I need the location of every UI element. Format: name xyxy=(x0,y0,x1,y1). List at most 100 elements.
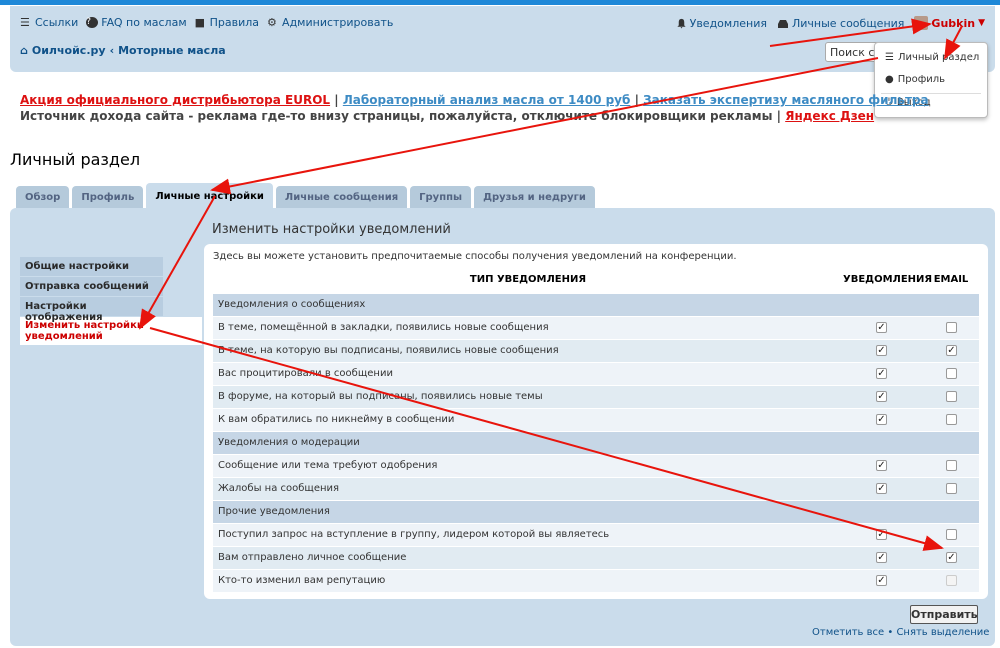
gears-icon: ⚙ xyxy=(267,16,277,29)
user-menu-toggle[interactable]: Gubkin ▼ xyxy=(914,16,985,30)
tab-overview[interactable]: Обзор xyxy=(16,186,70,208)
intro-text: Здесь вы можете установить предпочитаемы… xyxy=(213,251,737,262)
category-row: Прочие уведомления xyxy=(213,501,979,523)
notifications-label: Уведомления xyxy=(689,16,767,30)
unmark-all-link[interactable]: Снять выделение xyxy=(896,627,989,638)
email-checkbox[interactable] xyxy=(946,322,957,333)
menu-label: Профиль xyxy=(897,74,946,85)
menu-item-profile[interactable]: ● Профиль xyxy=(885,74,945,85)
row-label: В теме, помещённой в закладки, появились… xyxy=(218,322,549,333)
link-label: Администрировать xyxy=(282,16,394,29)
sidebar-item-posting[interactable]: Отправка сообщений xyxy=(20,277,163,296)
table-row: Кто-то изменил вам репутацию ✓ xyxy=(213,570,979,592)
messages-link[interactable]: Личные сообщения xyxy=(777,16,904,30)
book-icon: ■ xyxy=(194,16,206,29)
sidebar-item-display[interactable]: Настройки отображения xyxy=(20,297,163,323)
header-link-rules[interactable]: ■ Правила xyxy=(195,16,259,29)
col-header-email: EMAIL xyxy=(933,274,969,285)
table-row: Сообщение или тема требуют одобрения ✓ xyxy=(213,455,979,477)
notify-checkbox[interactable]: ✓ xyxy=(876,483,887,494)
table-row: К вам обратились по никнейму в сообщении… xyxy=(213,409,979,431)
ad-link-eurol[interactable]: Акция официального дистрибьютора EUROL xyxy=(20,93,330,107)
email-checkbox[interactable] xyxy=(946,368,957,379)
sidebar-nav: Общие настройки Отправка сообщений Настр… xyxy=(20,257,202,346)
ad-link-filter[interactable]: Заказать экспертизу масляного фильтра xyxy=(643,93,928,107)
sidebar-item-general[interactable]: Общие настройки xyxy=(20,257,163,276)
tab-preferences[interactable]: Личные настройки xyxy=(146,183,273,208)
ad-sep: | xyxy=(630,93,644,107)
email-checkbox xyxy=(946,575,957,586)
link-label: Правила xyxy=(209,16,260,29)
tab-groups[interactable]: Группы xyxy=(410,186,472,208)
table-row: В форуме, на который вы подписаны, появи… xyxy=(213,386,979,408)
row-label: Вас процитировали в сообщении xyxy=(218,368,393,379)
email-checkbox[interactable] xyxy=(946,483,957,494)
header-link-links[interactable]: ☰ Ссылки xyxy=(20,16,78,29)
breadcrumb: ⌂ Оилчойс.ру ‹ Моторные масла xyxy=(20,44,226,57)
row-label: В теме, на которую вы подписаны, появили… xyxy=(218,345,559,356)
category-label: Уведомления о модерации xyxy=(218,437,360,448)
ad-link-lab[interactable]: Лабораторный анализ масла от 1400 руб xyxy=(343,93,631,107)
ucp-tabs: Обзор Профиль Личные настройки Личные со… xyxy=(16,183,595,208)
mark-all-link[interactable]: Отметить все xyxy=(812,627,884,638)
notify-checkbox[interactable]: ✓ xyxy=(876,575,887,586)
email-checkbox[interactable] xyxy=(946,414,957,425)
tab-private-messages[interactable]: Личные сообщения xyxy=(275,186,408,208)
breadcrumb-separator: ‹ xyxy=(109,44,115,57)
header-link-admin[interactable]: ⚙ Администрировать xyxy=(267,16,393,29)
ad-sep: | xyxy=(772,109,786,123)
notify-checkbox[interactable]: ✓ xyxy=(876,391,887,402)
notify-checkbox[interactable]: ✓ xyxy=(876,414,887,425)
notify-checkbox[interactable]: ✓ xyxy=(876,460,887,471)
row-label: Жалобы на сообщения xyxy=(218,483,340,494)
notify-checkbox[interactable]: ✓ xyxy=(876,345,887,356)
row-label: К вам обратились по никнейму в сообщении xyxy=(218,414,455,425)
notifications-link[interactable]: Уведомления xyxy=(676,16,767,30)
row-label: В форуме, на который вы подписаны, появи… xyxy=(218,391,543,402)
header-link-faq[interactable]: ? FAQ по маслам xyxy=(86,16,187,29)
table-row: Вам отправлено личное сообщение ✓ ✓ xyxy=(213,547,979,569)
col-header-type: ТИП УВЕДОМЛЕНИЯ xyxy=(469,274,587,285)
notify-checkbox[interactable]: ✓ xyxy=(876,368,887,379)
link-label: FAQ по маслам xyxy=(101,16,187,29)
sidebar-item-notifications[interactable]: Изменить настройки уведомлений xyxy=(20,317,202,345)
home-icon: ⌂ xyxy=(20,44,28,57)
question-icon: ? xyxy=(86,17,99,28)
username: Gubkin xyxy=(931,16,976,30)
tab-profile[interactable]: Профиль xyxy=(72,186,144,208)
notify-checkbox[interactable]: ✓ xyxy=(876,552,887,563)
inbox-icon xyxy=(777,19,788,28)
caret-down-icon: ▼ xyxy=(978,18,985,28)
row-label: Сообщение или тема требуют одобрения xyxy=(218,460,438,471)
menu-icon: ☰ xyxy=(20,16,30,29)
email-checkbox[interactable]: ✓ xyxy=(946,552,957,563)
header-nav-links: ☰ Ссылки ? FAQ по маслам ■ Правила ⚙ Админис… xyxy=(20,16,393,29)
menu-item-personal-section[interactable]: ☰ Личный раздел xyxy=(885,52,979,63)
breadcrumb-section[interactable]: Моторные масла xyxy=(118,44,226,57)
table-row: В теме, помещённой в закладки, появились… xyxy=(213,317,979,339)
category-label: Прочие уведомления xyxy=(218,506,330,517)
mark-sep: • xyxy=(884,627,897,638)
ad-notice: Источник дохода сайта - реклама где-то в… xyxy=(20,109,773,123)
table-row: Вас процитировали в сообщении ✓ xyxy=(213,363,979,385)
email-checkbox[interactable] xyxy=(946,391,957,402)
annotation-arrow xyxy=(210,57,879,195)
email-checkbox[interactable] xyxy=(946,460,957,471)
header-user-links: Уведомления Личные сообщения Gubkin ▼ xyxy=(676,16,985,30)
breadcrumb-home[interactable]: Оилчойс.ру xyxy=(32,44,106,57)
submit-button[interactable]: Отправить xyxy=(910,605,978,624)
table-row: Жалобы на сообщения ✓ xyxy=(213,478,979,500)
table-header: ТИП УВЕДОМЛЕНИЯ УВЕДОМЛЕНИЯ EMAIL xyxy=(213,274,979,292)
notify-checkbox[interactable]: ✓ xyxy=(876,529,887,540)
email-checkbox[interactable]: ✓ xyxy=(946,345,957,356)
notify-checkbox[interactable]: ✓ xyxy=(876,322,887,333)
ad-link-zen[interactable]: Яндекс Дзен xyxy=(785,109,874,123)
search-input[interactable]: Поиск с xyxy=(825,42,880,62)
menu-label: Личный раздел xyxy=(897,52,980,63)
table-row: Поступил запрос на вступление в группу, … xyxy=(213,524,979,546)
email-checkbox[interactable] xyxy=(946,529,957,540)
tab-friends-foes[interactable]: Друзья и недруги xyxy=(474,186,595,208)
row-label: Кто-то изменил вам репутацию xyxy=(218,575,386,586)
site-header: ☰ Ссылки ? FAQ по маслам ■ Правила ⚙ Админис… xyxy=(10,6,995,72)
row-label: Вам отправлено личное сообщение xyxy=(218,552,407,563)
